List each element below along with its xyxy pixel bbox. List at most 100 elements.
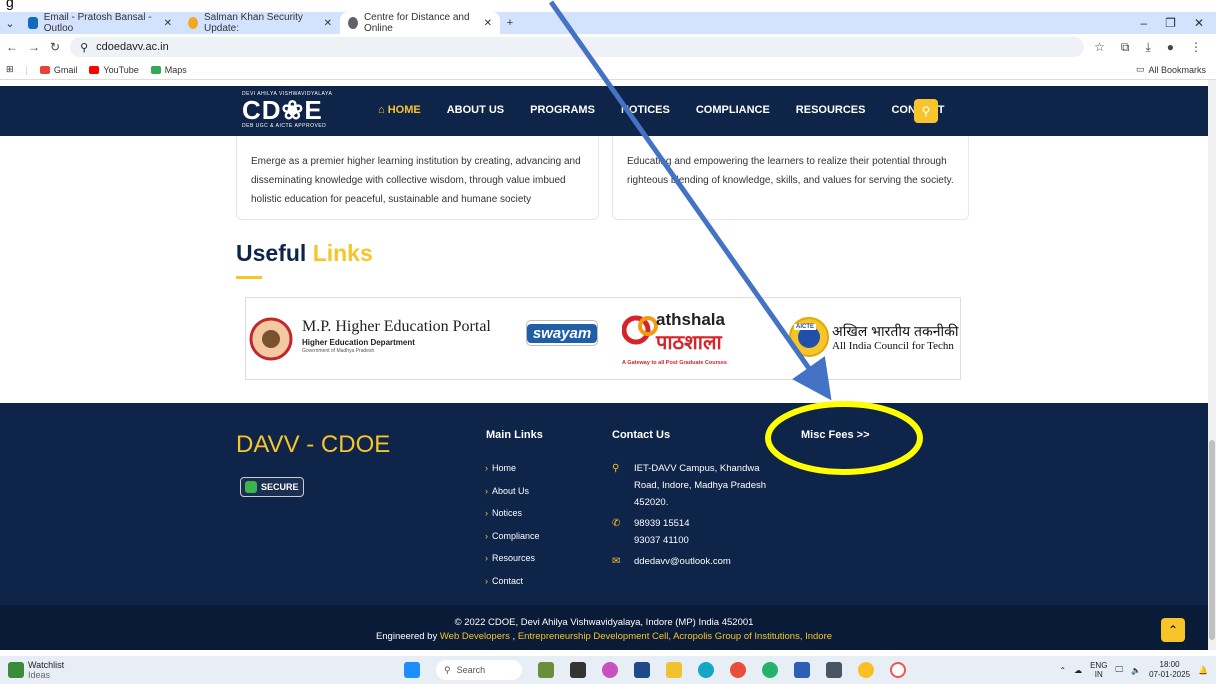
aicte-link[interactable]: AICTE अखिल भारतीय तकनीकी All India Counc… bbox=[788, 316, 962, 362]
taskbar-search[interactable]: ⚲ Search bbox=[436, 660, 522, 680]
footer-link-resources[interactable]: › Resources bbox=[485, 553, 540, 576]
maps-icon bbox=[150, 65, 161, 74]
tab-label: Salman Khan Security Update: bbox=[203, 12, 303, 34]
title-underline bbox=[236, 276, 262, 279]
contact-phone-1[interactable]: 98939 15514 bbox=[634, 518, 689, 529]
copyright-bar: © 2022 CDOE, Devi Ahilya Vishwavidyalaya… bbox=[0, 605, 1208, 650]
close-icon[interactable]: ✕ bbox=[164, 18, 172, 29]
scrollbar-thumb[interactable] bbox=[1209, 440, 1215, 640]
chrome-app-icon[interactable] bbox=[858, 662, 874, 678]
url-input[interactable]: ⚲ cdoedavv.ac.in bbox=[70, 37, 1085, 57]
nav-about-us[interactable]: ABOUT US bbox=[447, 104, 504, 116]
footer-link-home[interactable]: › Home bbox=[485, 463, 540, 486]
task-view-icon[interactable] bbox=[570, 662, 586, 678]
download-icon[interactable]: ⤓ bbox=[1145, 40, 1150, 55]
chevron-up-icon: ⌃ bbox=[1167, 623, 1179, 637]
nav-programs[interactable]: PROGRAMS bbox=[530, 104, 595, 116]
bookmark-gmail[interactable]: Gmail bbox=[39, 65, 77, 75]
contact-phone-2[interactable]: 93037 41100 bbox=[634, 535, 689, 546]
nav-compliance[interactable]: COMPLIANCE bbox=[696, 104, 770, 116]
bookmark-label: Maps bbox=[164, 64, 187, 75]
browser-tab-cdoe[interactable]: Centre for Distance and Online ✕ bbox=[340, 12, 500, 34]
contact-email[interactable]: ddedavv@outlook.com bbox=[634, 553, 731, 570]
footer-link-compliance[interactable]: › Compliance bbox=[485, 531, 540, 554]
scroll-to-top-button[interactable]: ⌃ bbox=[1161, 618, 1185, 642]
site-navbar: DEVI AHILYA VISHWAVIDYALAYA CD❀E DEB UGC… bbox=[0, 86, 1208, 136]
search-button[interactable]: ⚲ bbox=[914, 99, 938, 123]
mp-emblem-icon bbox=[249, 317, 293, 361]
profile-icon[interactable]: ● bbox=[1167, 40, 1174, 55]
widgets-icon[interactable] bbox=[538, 662, 554, 678]
main-links-title: Main Links bbox=[486, 429, 543, 441]
chrome-icon[interactable] bbox=[730, 662, 746, 678]
footer-link-contact[interactable]: › Contact bbox=[485, 576, 540, 599]
mission-text: Educating and empowering the learners to… bbox=[627, 156, 954, 186]
menu-icon[interactable]: ⋮ bbox=[1190, 40, 1202, 55]
epathshala-logo-icon bbox=[622, 315, 658, 345]
store-icon[interactable] bbox=[634, 662, 650, 678]
language-indicator[interactable]: ENG IN bbox=[1090, 661, 1107, 679]
nav-resources[interactable]: RESOURCES bbox=[796, 104, 866, 116]
site-footer: DAVV - CDOE SECURE Main Links › Home › Abo… bbox=[0, 403, 1208, 605]
word-icon[interactable] bbox=[794, 662, 810, 678]
contact-address: IET-DAVV Campus, Khandwa Road, Indore, M… bbox=[634, 463, 767, 508]
bookmark-maps[interactable]: Maps bbox=[150, 64, 187, 75]
bookmark-youtube[interactable]: YouTube bbox=[89, 65, 139, 75]
nav-menu: ⌂ HOME ABOUT US PROGRAMS NOTICES COMPLIA… bbox=[378, 104, 944, 116]
cloud-icon[interactable]: ☁ bbox=[1074, 666, 1082, 675]
footer-link-about-us[interactable]: › About Us bbox=[485, 486, 540, 509]
calculator-icon[interactable] bbox=[826, 662, 842, 678]
opera-icon[interactable] bbox=[890, 662, 906, 678]
close-icon[interactable]: ✕ bbox=[484, 18, 492, 29]
clock[interactable]: 18:00 07-01-2025 bbox=[1149, 660, 1190, 680]
mission-card: Educating and empowering the learners to… bbox=[612, 130, 969, 220]
site-info-icon[interactable]: ⚲ bbox=[80, 41, 88, 54]
tray-chevron-icon[interactable]: ⌃ bbox=[1059, 666, 1066, 675]
search-icon: ⚲ bbox=[444, 664, 451, 675]
file-explorer-icon[interactable] bbox=[666, 662, 682, 678]
cdoe-logo[interactable]: DEVI AHILYA VISHWAVIDYALAYA CD❀E DEB UGC… bbox=[242, 91, 332, 129]
network-icon[interactable]: 🖵 bbox=[1115, 665, 1123, 675]
shield-icon bbox=[245, 481, 257, 493]
useful-links-title: Useful Links bbox=[236, 240, 373, 266]
minimize-icon[interactable]: – bbox=[1140, 16, 1147, 30]
whatsapp-icon[interactable] bbox=[762, 662, 778, 678]
vision-text: Emerge as a premier higher learning inst… bbox=[251, 156, 581, 205]
nav-notices[interactable]: NOTICES bbox=[621, 104, 670, 116]
footer-contact: ⚲ IET-DAVV Campus, Khandwa Road, Indore, … bbox=[612, 460, 784, 574]
browser-tab-outlook[interactable]: Email - Pratosh Bansal - Outloo ✕ bbox=[20, 12, 180, 34]
tab-search-icon[interactable]: ⌄ bbox=[0, 13, 20, 33]
misc-fees-link[interactable]: Misc Fees >> bbox=[801, 429, 870, 441]
windows-taskbar: Watchlist Ideas ⚲ Search ⌃ ☁ ENG IN 🖵 🔈 18:… bbox=[0, 656, 1216, 684]
windows-start-icon[interactable] bbox=[404, 662, 420, 678]
watchlist-widget[interactable]: Watchlist Ideas bbox=[0, 660, 340, 680]
page-scrollbar[interactable] bbox=[1208, 80, 1216, 650]
tab-label: Email - Pratosh Bansal - Outloo bbox=[43, 12, 152, 34]
edc-link[interactable]: Entrepreneurship Development Cell, Acrop… bbox=[518, 631, 832, 642]
all-bookmarks[interactable]: ▭ All Bookmarks bbox=[1136, 64, 1210, 75]
bookmark-star-icon[interactable]: ☆ bbox=[1094, 40, 1105, 55]
mail-icon: ✉ bbox=[612, 556, 621, 567]
new-tab-icon[interactable]: + bbox=[500, 13, 520, 33]
reload-icon[interactable]: ↻ bbox=[50, 40, 60, 54]
ssl-secure-badge: SECURE bbox=[240, 477, 304, 497]
footer-link-notices[interactable]: › Notices bbox=[485, 508, 540, 531]
window-close-icon[interactable]: ✕ bbox=[1194, 16, 1204, 30]
copilot-icon[interactable] bbox=[602, 662, 618, 678]
edge-icon[interactable] bbox=[698, 662, 714, 678]
forward-icon[interactable]: → bbox=[28, 40, 40, 54]
close-icon[interactable]: ✕ bbox=[324, 18, 332, 29]
notification-bell-icon[interactable]: 🔔 bbox=[1198, 666, 1208, 675]
mp-portal-link[interactable]: M.P. Higher Education Portal Higher Educ… bbox=[246, 314, 508, 364]
back-icon[interactable]: ← bbox=[6, 40, 18, 54]
page-top-text: g bbox=[6, 0, 14, 10]
swayam-link[interactable]: swayam bbox=[526, 320, 598, 346]
browser-tab-news[interactable]: Salman Khan Security Update: ✕ bbox=[180, 12, 340, 34]
web-developers-link[interactable]: Web Developers bbox=[440, 631, 510, 642]
volume-icon[interactable]: 🔈 bbox=[1131, 666, 1141, 675]
extensions-icon[interactable]: ⧉ bbox=[1121, 40, 1130, 55]
nav-home[interactable]: ⌂ HOME bbox=[378, 104, 421, 116]
restore-icon[interactable]: ❐ bbox=[1165, 16, 1176, 30]
apps-grid-icon[interactable]: ⊞ bbox=[6, 64, 14, 75]
epathshala-link[interactable]: athshala पाठशाला A Gateway to all Post G… bbox=[622, 308, 772, 374]
